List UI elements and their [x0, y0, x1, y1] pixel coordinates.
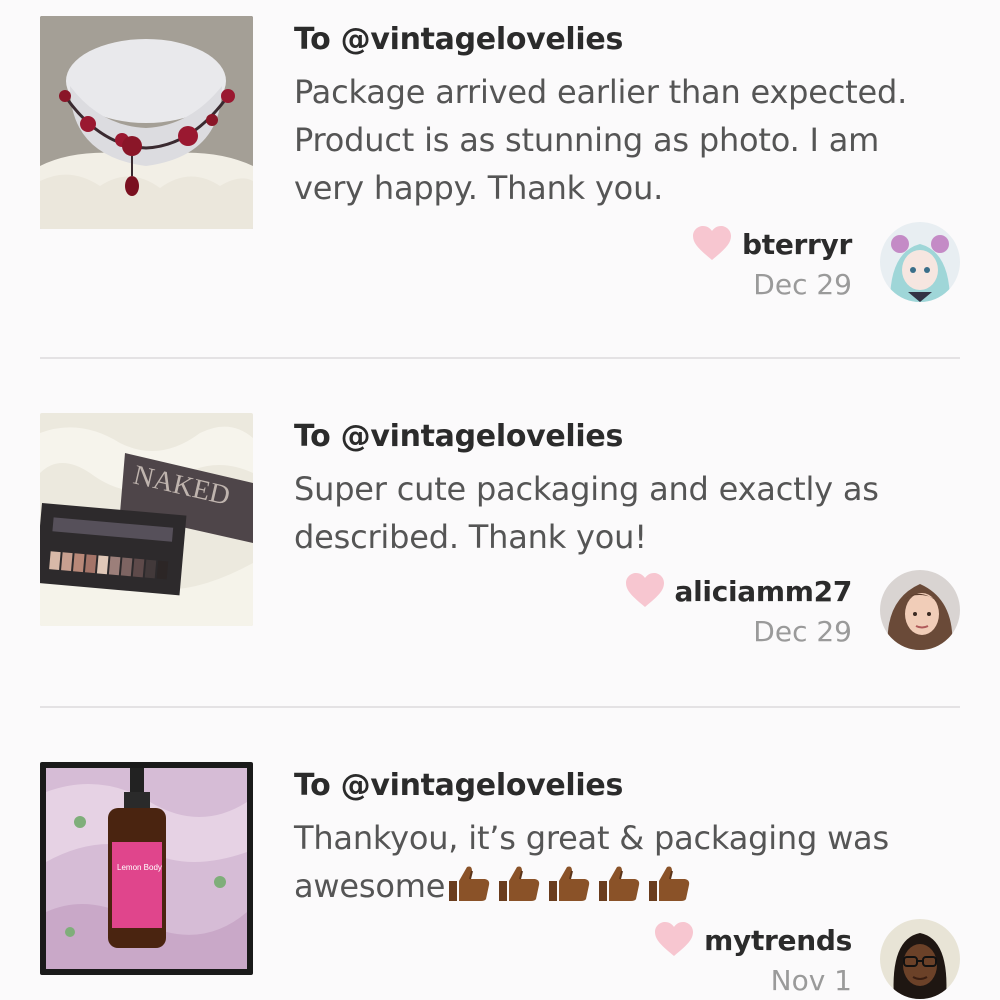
reviewer-username[interactable]: aliciamm27	[675, 575, 853, 608]
review-recipient[interactable]: To @vintagelovelies	[294, 768, 623, 803]
review-meta: mytrends Nov 1	[654, 922, 852, 997]
thumbs-up-icon	[645, 863, 695, 903]
review-card: To @vintagelovelies Package arrived earl…	[40, 16, 960, 316]
review-text: Thankyou, it’s great & packaging was awe…	[294, 814, 944, 910]
serum-bottle-photo[interactable]: Lemon Body	[40, 762, 253, 975]
divider	[40, 357, 960, 359]
heart-icon[interactable]	[692, 226, 732, 262]
review-text: Package arrived earlier than expected. P…	[294, 73, 908, 207]
reviewer-username[interactable]: bterryr	[742, 228, 852, 261]
review-recipient[interactable]: To @vintagelovelies	[294, 419, 623, 454]
review-date: Dec 29	[753, 615, 852, 648]
thumbs-up-emoji-group	[445, 863, 695, 903]
review-meta: aliciamm27 Dec 29	[625, 573, 853, 648]
thumbs-up-icon	[445, 863, 495, 903]
review-meta: bterryr Dec 29	[692, 226, 852, 301]
review-date: Dec 29	[753, 268, 852, 301]
review-card: NAKED To @vintagelovelies Super cute pac…	[40, 413, 960, 663]
heart-icon[interactable]	[625, 573, 665, 609]
heart-icon[interactable]	[654, 922, 694, 958]
review-date: Nov 1	[770, 964, 852, 997]
reviewer-username[interactable]: mytrends	[704, 924, 852, 957]
necklace-photo[interactable]	[40, 16, 253, 229]
woman-avatar[interactable]	[880, 570, 960, 650]
anime-avatar[interactable]	[880, 222, 960, 302]
eyeshadow-palette-photo[interactable]: NAKED	[40, 413, 253, 626]
thumbs-up-icon	[545, 863, 595, 903]
svg-text:Lemon Body: Lemon Body	[117, 863, 162, 872]
divider	[40, 706, 960, 708]
review-text: Super cute packaging and exactly as desc…	[294, 470, 879, 556]
glasses-woman-avatar[interactable]	[880, 919, 960, 999]
review-card: Lemon Body To @vintagelovelies Thankyou,…	[40, 762, 960, 1000]
thumbs-up-icon	[595, 863, 645, 903]
review-recipient[interactable]: To @vintagelovelies	[294, 22, 623, 57]
thumbs-up-icon	[495, 863, 545, 903]
